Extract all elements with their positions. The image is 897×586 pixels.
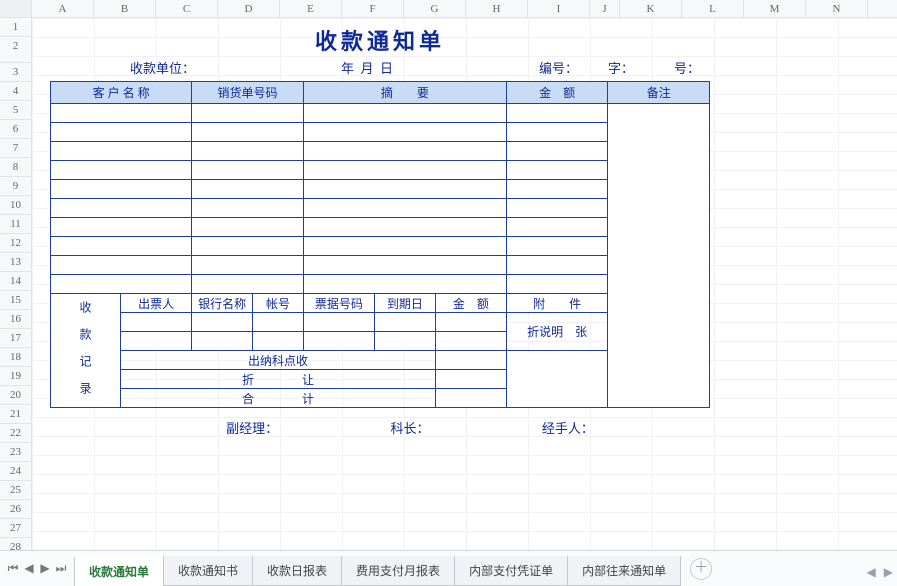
row-header[interactable]: 2 (0, 37, 31, 63)
col-note: 备注 (608, 82, 710, 104)
column-header[interactable]: N (806, 0, 868, 17)
scroll-right-icon[interactable]: ▶ (884, 565, 893, 580)
row-header[interactable]: 24 (0, 462, 31, 481)
table-header-row: 客 户 名 称 销货单号码 摘 要 金 额 备注 (51, 82, 710, 104)
row-header[interactable]: 17 (0, 329, 31, 348)
scroll-left-icon[interactable]: ◀ (867, 565, 876, 580)
row-header[interactable]: 20 (0, 386, 31, 405)
row-header[interactable]: 25 (0, 481, 31, 500)
col-invoice: 销货单号码 (192, 82, 304, 104)
column-header-row: ABCDEFGHIJKLMN (0, 0, 897, 18)
form-title: 收款通知单 (50, 24, 710, 56)
select-all-corner[interactable] (0, 0, 32, 17)
unit-label: 收款单位： (130, 58, 195, 77)
rec-account: 帐号 (253, 294, 304, 313)
column-header[interactable]: H (466, 0, 528, 17)
row-header[interactable]: 10 (0, 196, 31, 215)
row-header[interactable]: 8 (0, 158, 31, 177)
row-header[interactable]: 4 (0, 82, 31, 101)
notes-cell[interactable] (608, 104, 710, 408)
row-header[interactable]: 9 (0, 177, 31, 196)
grid-area: 1234567891011121314151617181920212223242… (0, 18, 897, 550)
column-header[interactable]: G (404, 0, 466, 17)
sig-asst: 副经理： (226, 418, 278, 437)
sheet-tab[interactable]: 收款日报表 (252, 556, 342, 586)
document-form: 收款通知单 收款单位： 年 月 日 编号： 字： 号： (50, 20, 710, 437)
code-label: 编号： (539, 58, 578, 77)
row-header[interactable]: 27 (0, 519, 31, 538)
row-header[interactable]: 18 (0, 348, 31, 367)
row-header[interactable]: 11 (0, 215, 31, 234)
row-header[interactable]: 5 (0, 101, 31, 120)
sheet-tab[interactable]: 内部支付凭证单 (454, 556, 568, 586)
workbook-window: ABCDEFGHIJKLMN 1234567891011121314151617… (0, 0, 897, 586)
row-header[interactable]: 16 (0, 310, 31, 329)
row-header[interactable]: 3 (0, 63, 31, 82)
rec-total: 合 计 (121, 389, 436, 408)
sig-chief: 科长： (390, 418, 429, 437)
column-header[interactable]: F (342, 0, 404, 17)
row-header[interactable]: 21 (0, 405, 31, 424)
hao-label: 号： (674, 58, 700, 77)
nav-prev-icon[interactable]: ◀ (22, 561, 36, 576)
rec-discount: 折 让 (121, 370, 436, 389)
form-meta-row: 收款单位： 年 月 日 编号： 字： 号： (50, 58, 710, 77)
rec-attach: 附 件 (506, 294, 608, 313)
nav-last-icon[interactable]: ⏭ (54, 561, 68, 576)
row-header[interactable]: 15 (0, 291, 31, 310)
row-header[interactable]: 14 (0, 272, 31, 291)
row-header[interactable]: 13 (0, 253, 31, 272)
column-header[interactable]: J (590, 0, 620, 17)
add-sheet-button[interactable]: ＋ (690, 558, 712, 580)
sheet-tab[interactable]: 收款通知书 (163, 556, 253, 586)
row-header-col: 1234567891011121314151617181920212223242… (0, 18, 32, 550)
cells-viewport[interactable]: 收款通知单 收款单位： 年 月 日 编号： 字： 号： (32, 18, 897, 550)
tab-scroll-controls: ◀ ▶ (867, 565, 893, 580)
col-amount: 金 额 (506, 82, 608, 104)
table-body: 收 款 记 录 出票人 银行名称 帐号 票据号码 到期日 金 额 附 件 折说明… (51, 104, 710, 408)
column-header[interactable]: L (682, 0, 744, 17)
rec-fold-desc: 折说明 张 (506, 313, 608, 351)
zi-label: 字： (608, 58, 634, 77)
column-header[interactable]: E (280, 0, 342, 17)
sig-handler: 经手人： (542, 418, 594, 437)
sheet-tab-bar: ⏮ ◀ ▶ ⏭ 收款通知单收款通知书收款日报表费用支付月报表内部支付凭证单内部往… (0, 550, 897, 586)
rec-drawer: 出票人 (121, 294, 192, 313)
row-header[interactable]: 7 (0, 139, 31, 158)
sheet-tab[interactable]: 内部往来通知单 (567, 556, 681, 586)
row-header[interactable]: 6 (0, 120, 31, 139)
col-summary: 摘 要 (303, 82, 506, 104)
date-label: 年 月 日 (341, 58, 393, 77)
column-header[interactable]: A (32, 0, 94, 17)
main-table: 客 户 名 称 销货单号码 摘 要 金 额 备注 (50, 81, 710, 408)
row-header[interactable]: 12 (0, 234, 31, 253)
record-section-label: 收 款 记 录 (51, 294, 121, 408)
column-header[interactable]: D (218, 0, 280, 17)
rec-bank: 银行名称 (192, 294, 253, 313)
rec-amount: 金 额 (435, 294, 506, 313)
column-header[interactable]: C (156, 0, 218, 17)
column-header[interactable]: K (620, 0, 682, 17)
sheet-tab[interactable]: 费用支付月报表 (341, 556, 455, 586)
row-header[interactable]: 19 (0, 367, 31, 386)
row-header[interactable]: 1 (0, 18, 31, 37)
nav-first-icon[interactable]: ⏮ (6, 561, 20, 576)
row-header[interactable]: 26 (0, 500, 31, 519)
data-row (51, 104, 710, 123)
col-customer: 客 户 名 称 (51, 82, 192, 104)
nav-next-icon[interactable]: ▶ (38, 561, 52, 576)
tab-nav-controls: ⏮ ◀ ▶ ⏭ (0, 561, 74, 576)
column-header[interactable]: M (744, 0, 806, 17)
rec-billno: 票据号码 (303, 294, 374, 313)
sheet-tabs: 收款通知单收款通知书收款日报表费用支付月报表内部支付凭证单内部往来通知单 (74, 551, 680, 586)
sheet-tab[interactable]: 收款通知单 (74, 557, 164, 586)
row-header[interactable]: 22 (0, 424, 31, 443)
column-header[interactable]: I (528, 0, 590, 17)
rec-cashier: 出纳科点收 (121, 351, 436, 370)
rec-due: 到期日 (374, 294, 435, 313)
column-header[interactable]: B (94, 0, 156, 17)
row-header[interactable]: 23 (0, 443, 31, 462)
signatures-row: 副经理： 科长： 经手人： (170, 418, 650, 437)
